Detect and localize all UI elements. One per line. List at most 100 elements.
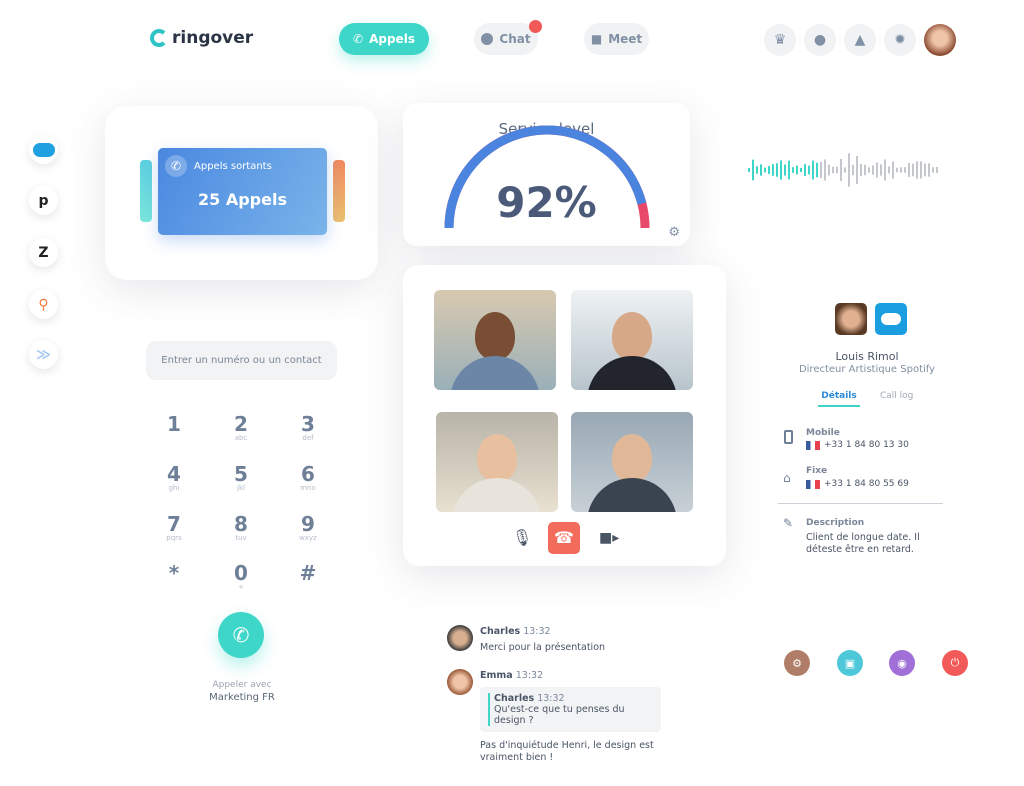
participant-video-4[interactable] [571,412,693,512]
chat-notification-badge [529,20,542,33]
wave-bar [748,168,750,172]
key-*[interactable]: * [154,563,194,583]
participant-video-1[interactable] [434,290,556,390]
wave-bar [792,167,794,173]
carousel-prev[interactable] [140,160,152,222]
carousel-next[interactable] [333,160,345,222]
wave-bar [784,164,786,176]
wave-bar [856,156,858,184]
fixe-label: Fixe [806,466,828,476]
divider [778,503,943,504]
salesforce-icon[interactable] [29,135,58,164]
user-icon[interactable]: ● [804,24,836,56]
wave-bar [892,161,894,179]
settings-button[interactable]: ⚙ [784,650,810,676]
bell-icon[interactable]: ▲ [844,24,876,56]
home-icon: ⌂ [783,471,791,485]
more-icon[interactable]: ≫ [29,340,58,369]
contact-name: Louis Rimol [835,350,899,363]
key-4[interactable]: 4 ghi [154,464,194,493]
team-button[interactable]: ▣ [837,650,863,676]
service-level-card: Service level 92% ⚙ [403,103,690,246]
tab-call-log[interactable]: Call log [880,391,913,401]
audio-waveform [748,153,938,187]
line-selector[interactable]: Marketing FR [182,692,302,703]
description-text: Client de longue date. Il déteste être e… [806,532,920,555]
gear-icon[interactable]: ✹ [884,24,916,56]
power-button[interactable]: ⏻ [942,650,968,676]
wave-bar [860,163,862,177]
wave-bar [816,162,818,178]
mobile-number[interactable]: +33 1 84 80 13 30 [824,440,909,450]
description-label: Description [806,518,865,528]
wave-bar [772,164,774,176]
logo-icon [150,29,168,47]
contact-title: Directeur Artistique Spotify [798,364,936,375]
number-input[interactable]: Entrer un numéro ou un contact [146,341,337,380]
participant-video-3[interactable] [436,412,558,512]
key-7[interactable]: 7 pqrs [154,514,194,543]
wave-bar [884,159,886,181]
key-0[interactable]: 0 + [221,563,261,592]
call-button[interactable]: ✆ [218,612,264,658]
wave-bar [936,167,938,173]
key-#[interactable]: # [288,563,328,583]
wave-bar [780,160,782,180]
video-icon: ■ [590,32,603,46]
key-9[interactable]: 9 wxyz [288,514,328,543]
settings-icon[interactable]: ⚙ [668,225,680,240]
wave-bar [800,167,802,173]
wave-bar [852,164,854,176]
wave-bar [796,165,798,175]
hang-up-button[interactable]: ☎ [548,522,580,554]
camera-icon[interactable]: ■▸ [599,530,619,546]
microphone-icon[interactable]: 🎙︎ [512,528,532,547]
quoted-message: Charles 13:32 Qu'est-ce que tu penses du… [480,687,661,732]
logo[interactable]: ringover [150,28,253,48]
wave-bar [888,166,890,174]
crown-icon[interactable]: ♛ [764,24,796,56]
wave-bar [760,164,762,176]
key-6[interactable]: 6 mno [288,464,328,493]
wave-bar [764,167,766,173]
tab-appels[interactable]: ✆ Appels [339,23,429,55]
key-2[interactable]: 2 abc [221,414,261,443]
wave-bar [864,164,866,176]
wave-bar [904,167,906,173]
wave-bar [828,164,830,176]
wave-bar [920,161,922,179]
wave-bar [812,160,814,180]
key-1[interactable]: 1 [154,414,194,434]
wave-bar [836,166,838,174]
wave-bar [924,163,926,177]
wave-bar [840,158,842,182]
tab-meet[interactable]: ■ Meet [584,23,649,55]
salesforce-logo [875,303,907,335]
wave-bar [908,163,910,177]
tab-details[interactable]: Détails [818,391,860,407]
zendesk-icon[interactable]: Z [29,238,58,267]
wave-bar [928,163,930,177]
wave-bar [804,164,806,176]
mobile-icon [784,430,793,444]
wave-bar [808,165,810,175]
hubspot-icon[interactable]: ⚲ [29,290,58,319]
contact-avatar [835,303,867,335]
pipedrive-icon[interactable]: p [29,186,58,215]
pencil-icon: ✎ [783,516,794,530]
wave-bar [776,163,778,177]
avatar[interactable] [924,24,956,56]
participant-video-2[interactable] [571,290,693,390]
key-5[interactable]: 5 jkl [221,464,261,493]
avatar-charles [447,625,473,651]
wave-bar [876,162,878,178]
phone-icon: ✆ [353,32,364,46]
key-8[interactable]: 8 tuv [221,514,261,543]
wave-bar [768,166,770,174]
wave-bar [912,163,914,177]
avatar-emma [447,669,473,695]
key-3[interactable]: 3 def [288,414,328,443]
support-button[interactable]: ◉ [889,650,915,676]
fixe-number[interactable]: +33 1 84 80 55 69 [824,479,909,489]
wave-bar [756,166,758,174]
